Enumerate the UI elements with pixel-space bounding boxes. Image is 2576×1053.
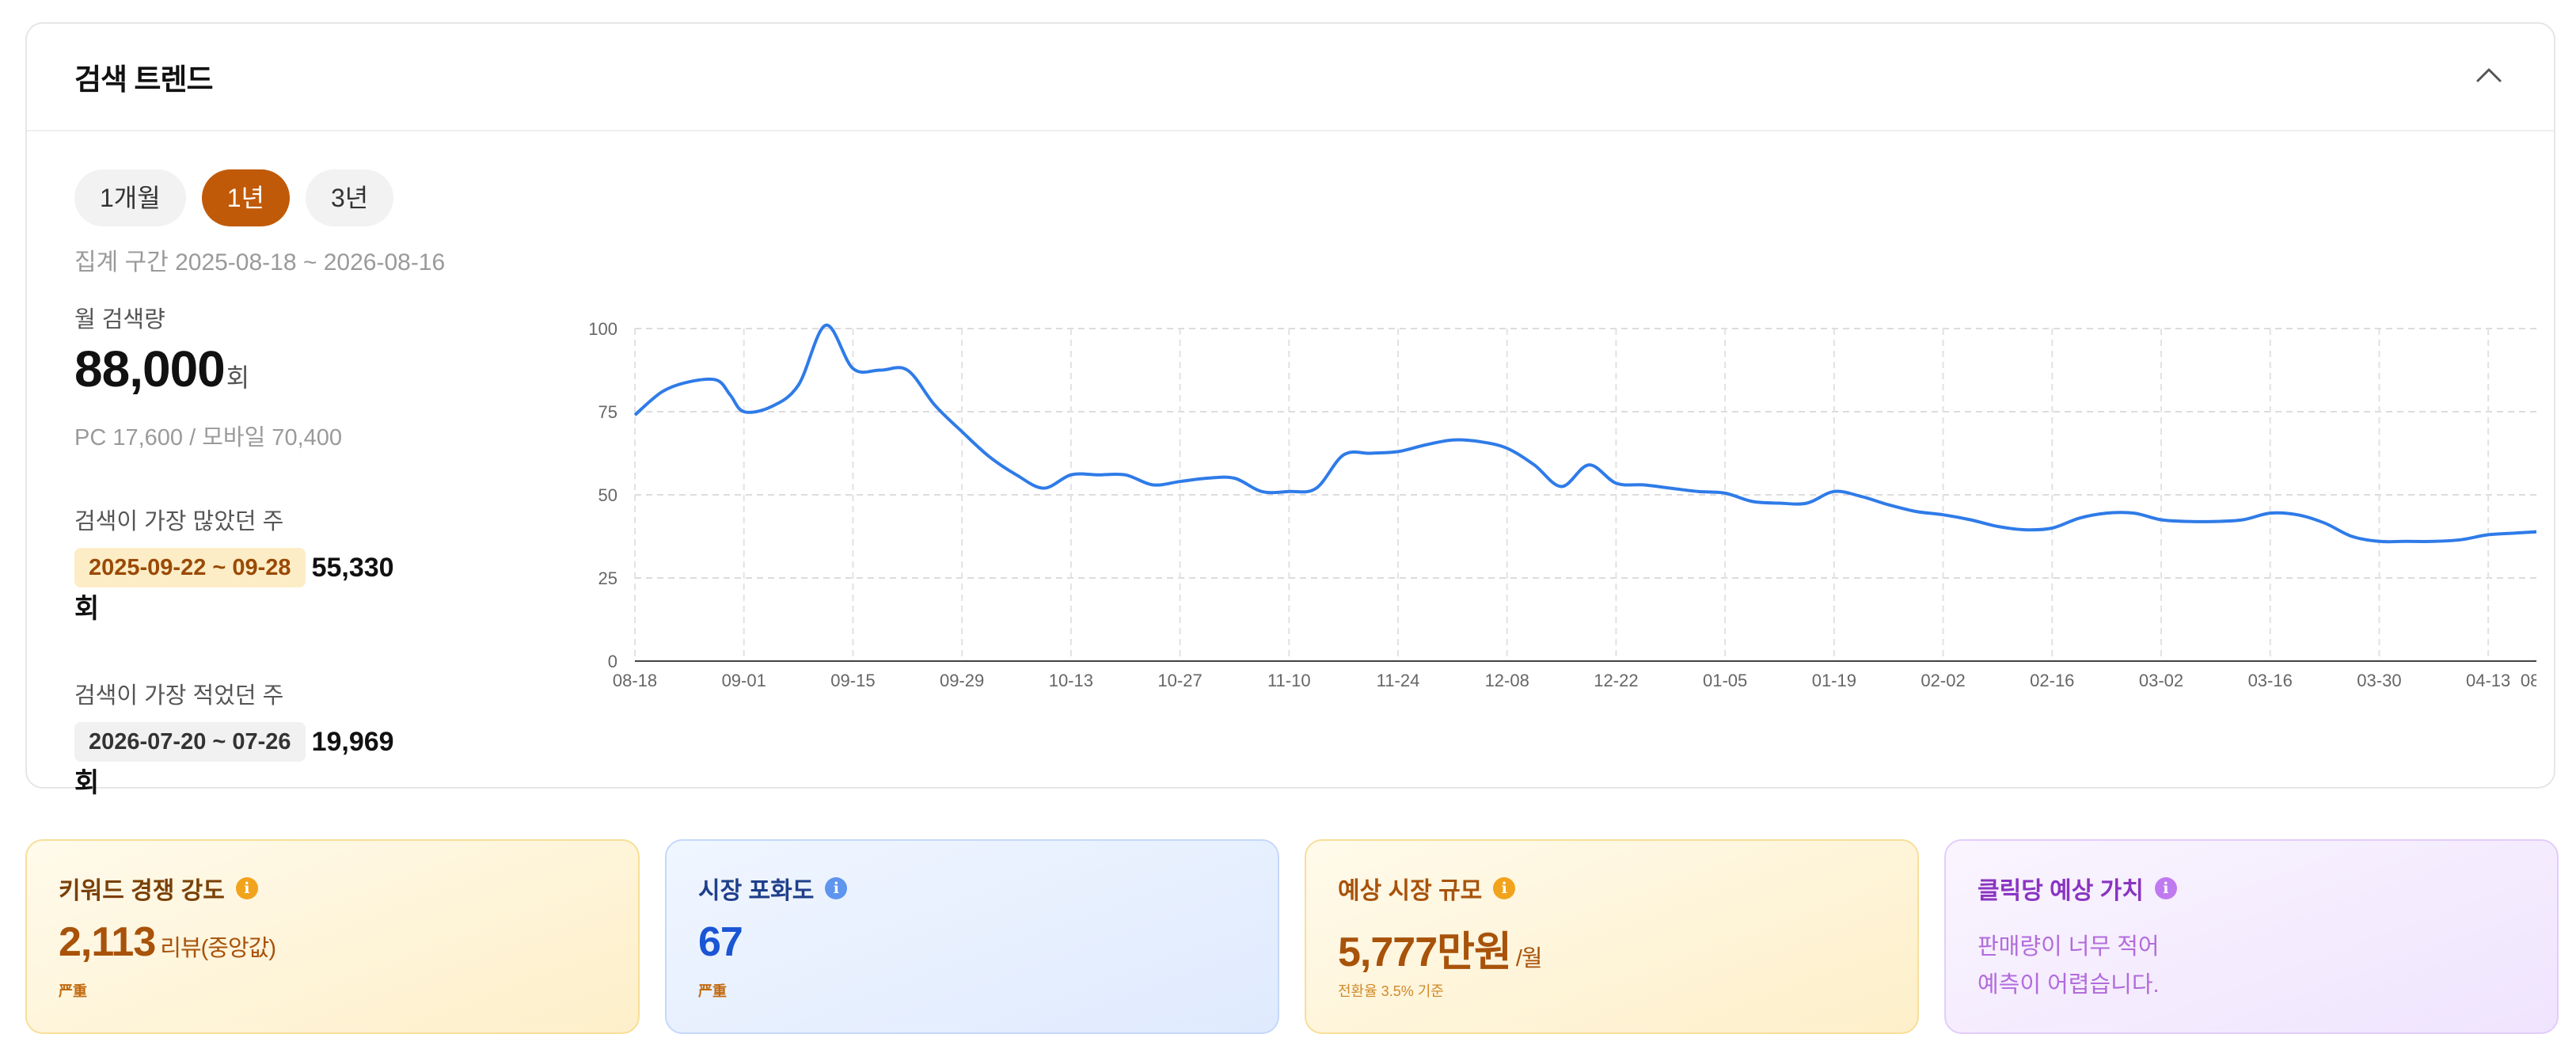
click-value-title: 클릭당 예상 가치 — [1978, 878, 2144, 904]
competition-title-row: 키워드 경쟁 강도 i — [59, 871, 258, 906]
x-tick-label: 12-08 — [1485, 671, 1529, 690]
chevron-up-icon[interactable] — [2472, 59, 2506, 93]
metric-card-click-value: 클릭당 예상 가치 i 판매량이 너무 적어 예측이 어렵습니다. — [1944, 839, 2559, 1034]
y-tick-label: 50 — [598, 485, 617, 505]
device-split: PC 17,600 / 모바일 70,400 — [74, 425, 343, 450]
y-tick-label: 75 — [598, 402, 617, 422]
peak-week-count: 55,330 — [311, 553, 394, 584]
info-icon[interactable]: i — [825, 877, 848, 899]
x-tick-label: 09-01 — [722, 671, 766, 690]
competition-value-row: 2,113 리뷰(중앙값) — [59, 918, 276, 966]
low-week-block: 검색이 가장 적었던 주 2026-07-20 ~ 07-26 19,969 회 — [74, 677, 486, 804]
monthly-volume-value: 88,000회 — [74, 340, 486, 406]
click-value-note-line2: 예측이 어렵습니다. — [1978, 972, 2160, 998]
y-tick-label: 100 — [588, 319, 617, 339]
x-tick-label: 08-18 — [613, 671, 657, 690]
peak-week-unit: 회 — [74, 594, 100, 625]
x-tick-label: 01-19 — [1812, 671, 1856, 690]
monthly-volume-unit: 회 — [226, 363, 249, 392]
info-icon[interactable]: i — [1493, 877, 1516, 899]
click-value-title-row: 클릭당 예상 가치 i — [1978, 871, 2177, 906]
x-tick-label: 09-29 — [940, 671, 984, 690]
metric-card-saturation: 시장 포화도 i 67 严重 — [665, 839, 1279, 1034]
search-trend-line-chart: 0 25 50 75 100 08-18 09-01 09-15 09-29 10-13 10-27… — [588, 319, 2536, 690]
x-tick-label: 10-27 — [1157, 671, 1202, 690]
monthly-volume-number: 88,000 — [74, 340, 226, 397]
low-week-unit: 회 — [74, 768, 100, 799]
market-size-unit: /월 — [1515, 946, 1543, 971]
saturation-foot: 严重 — [698, 983, 727, 999]
saturation-title: 시장 포화도 — [698, 878, 815, 904]
monthly-volume-label: 월 검색량 — [74, 307, 165, 333]
click-value-note-line1: 판매량이 너무 적어 — [1978, 934, 2160, 960]
x-tick-label: 11-10 — [1267, 671, 1311, 690]
x-tick-label: 09-15 — [830, 671, 875, 690]
saturation-value-row: 67 — [698, 918, 743, 966]
peak-week-range: 2025-09-22 ~ 09-28 — [74, 548, 306, 588]
x-tick-label: 08-10 — [2521, 671, 2536, 690]
low-week-count: 19,969 — [311, 727, 394, 758]
peak-week-line: 2025-09-22 ~ 09-28 55,330 회 — [74, 546, 486, 629]
low-week-label: 검색이 가장 적었던 주 — [74, 683, 284, 709]
x-tick-label: 01-05 — [1703, 671, 1747, 690]
competition-unit: 리뷰(중앙값) — [160, 936, 276, 961]
search-volume-line — [633, 323, 2536, 544]
market-size-value: 5,777만원 — [1338, 929, 1512, 975]
click-value-note: 판매량이 너무 적어 예측이 어렵습니다. — [1978, 928, 2468, 1004]
competition-foot: 严重 — [59, 983, 87, 999]
market-size-foot: 전환율 3.5% 기준 — [1338, 983, 1444, 999]
metric-card-market-size: 예상 시장 규모 i 5,777만원/월 전환율 3.5% 기준 — [1305, 839, 1919, 1034]
peak-week-block: 검색이 가장 많았던 주 2025-09-22 ~ 09-28 55,330 회 — [74, 503, 486, 629]
market-size-title: 예상 시장 규모 — [1338, 878, 1483, 904]
saturation-value: 67 — [698, 919, 743, 965]
x-tick-label: 02-02 — [1921, 671, 1965, 690]
x-tick-label: 12-22 — [1594, 671, 1638, 690]
competition-value: 2,113 — [59, 919, 156, 965]
x-tick-label: 03-16 — [2248, 671, 2293, 690]
low-week-range: 2026-07-20 ~ 07-26 — [74, 722, 306, 762]
competition-title: 키워드 경쟁 강도 — [59, 878, 225, 904]
metric-card-competition: 키워드 경쟁 강도 i 2,113 리뷰(중앙값) 严重 — [25, 839, 640, 1034]
x-tick-label: 02-16 — [2030, 671, 2074, 690]
range-tabs: 1개월 1년 3년 — [74, 169, 394, 226]
card-title: 검색 트렌드 — [74, 63, 213, 96]
info-icon[interactable]: i — [2154, 877, 2177, 899]
tab-1-year[interactable]: 1년 — [201, 169, 290, 226]
y-tick-label: 0 — [608, 652, 617, 671]
tab-1-month[interactable]: 1개월 — [74, 169, 186, 226]
saturation-title-row: 시장 포화도 i — [698, 871, 848, 906]
x-tick-label: 04-13 — [2466, 671, 2510, 690]
info-icon[interactable]: i — [235, 877, 258, 899]
aggregation-period: 집계 구간 2025-08-18 ~ 2026-08-16 — [74, 249, 446, 276]
low-week-line: 2026-07-20 ~ 07-26 19,969 회 — [74, 720, 486, 804]
peak-week-label: 검색이 가장 많았던 주 — [74, 509, 284, 534]
market-size-value-row: 5,777만원/월 — [1338, 918, 1543, 978]
x-tick-label: 03-30 — [2357, 671, 2401, 690]
market-size-title-row: 예상 시장 규모 i — [1338, 871, 1516, 906]
tab-3-years[interactable]: 3년 — [305, 169, 394, 226]
x-tick-label: 03-02 — [2139, 671, 2183, 690]
card-header: 검색 트렌드 — [27, 24, 2554, 131]
search-trend-card: 검색 트렌드 1개월 1년 3년 집계 구간 2025-08-18 ~ 2026… — [25, 22, 2555, 798]
x-tick-label: 10-13 — [1049, 671, 1093, 690]
x-tick-label: 11-24 — [1377, 671, 1420, 690]
y-tick-label: 25 — [598, 568, 617, 588]
stats-panel: 월 검색량 88,000회 PC 17,600 / 모바일 70,400 검색이… — [74, 301, 486, 804]
